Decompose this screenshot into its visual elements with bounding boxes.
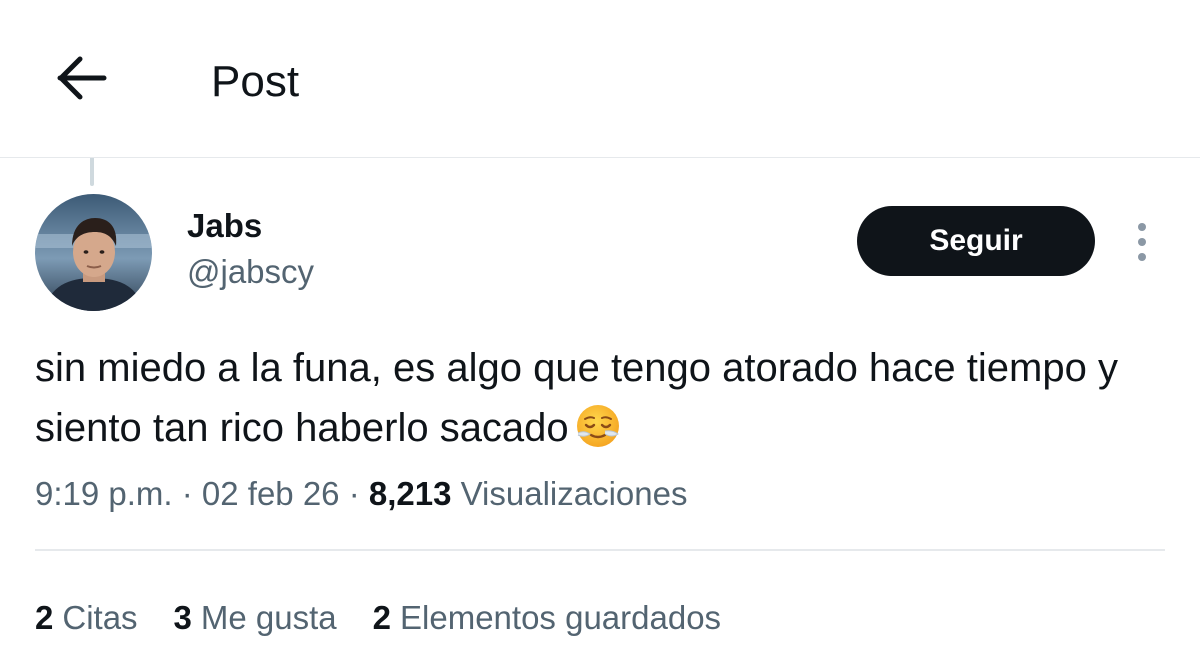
vertical-ellipsis-icon (1138, 223, 1146, 231)
views-count: 8,213 (368, 475, 452, 512)
likes-label: Me gusta (200, 599, 337, 636)
follow-button[interactable]: Seguir (857, 206, 1095, 276)
post-time[interactable]: 9:19 p.m. (35, 475, 173, 512)
page-title: Post (211, 57, 300, 106)
profile-photo-image (35, 194, 152, 311)
relieved-face-emoji (575, 403, 621, 466)
back-button[interactable] (52, 52, 112, 104)
author-name[interactable]: Jabs (187, 206, 262, 246)
bookmarks-label: Elementos guardados (400, 599, 722, 636)
avatar[interactable] (35, 194, 152, 311)
meta-separator: · (172, 475, 202, 512)
meta-separator: · (339, 475, 369, 512)
arrow-left-icon (57, 56, 107, 100)
thread-connector-line (90, 158, 94, 186)
divider (35, 549, 1165, 551)
likes-stat[interactable]: 3 Me gusta (174, 596, 337, 640)
post-stats: 2 Citas 3 Me gusta 2 Elementos guardados (35, 596, 721, 640)
likes-count: 3 (173, 599, 192, 636)
post-text: sin miedo a la funa, es algo que tengo a… (35, 338, 1165, 466)
post-meta: 9:19 p.m. · 02 feb 26 · 8,213 Visualizac… (35, 472, 687, 516)
quotes-label: Citas (62, 599, 138, 636)
author-handle[interactable]: @jabscy (187, 252, 314, 292)
quotes-count: 2 (35, 599, 54, 636)
post-date[interactable]: 02 feb 26 (202, 475, 340, 512)
header-bar: Post (0, 0, 1200, 158)
views-label: Visualizaciones (451, 475, 688, 512)
quotes-stat[interactable]: 2 Citas (35, 596, 138, 640)
bookmarks-stat[interactable]: 2 Elementos guardados (373, 596, 721, 640)
more-options-button[interactable] (1124, 218, 1160, 266)
bookmarks-count: 2 (372, 599, 392, 636)
